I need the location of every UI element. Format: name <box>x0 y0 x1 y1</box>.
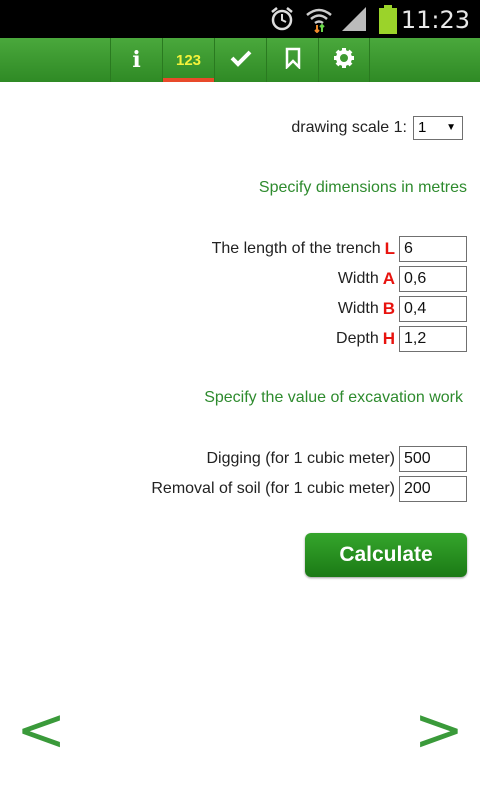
clock: 11:23 <box>400 6 470 34</box>
digging-input[interactable] <box>399 446 467 472</box>
removal-input[interactable] <box>399 476 467 502</box>
costs-heading: Specify the value of excavation work <box>204 389 463 406</box>
digging-label: Digging (for 1 cubic meter) <box>206 450 395 467</box>
letter-h: H <box>382 329 395 348</box>
tab-settings[interactable] <box>318 38 370 82</box>
depth-label: Depth <box>336 330 379 347</box>
removal-label: Removal of soil (for 1 cubic meter) <box>151 480 395 497</box>
width-b-label: Width <box>337 300 379 317</box>
scale-select[interactable]: 1 ▼ <box>413 116 463 140</box>
chevron-down-icon: ▼ <box>446 122 456 133</box>
width-a-input[interactable] <box>399 266 467 292</box>
gear-icon <box>333 47 355 74</box>
signal-icon <box>340 5 368 38</box>
width-b-input[interactable] <box>399 296 467 322</box>
next-arrow-icon[interactable]: > <box>414 700 464 760</box>
tab-info[interactable]: i <box>110 38 162 82</box>
length-input[interactable] <box>399 236 467 262</box>
bookmark-icon <box>284 47 302 74</box>
width-a-label: Width <box>337 270 379 287</box>
depth-input[interactable] <box>399 326 467 352</box>
field-digging: Digging (for 1 cubic meter) <box>206 446 467 472</box>
tab-bookmark[interactable] <box>266 38 318 82</box>
scale-label: drawing scale 1: <box>291 119 407 136</box>
letter-b: B <box>382 299 395 318</box>
status-bar: 11:23 <box>0 0 480 38</box>
calculate-button[interactable]: Calculate <box>305 533 467 577</box>
check-icon <box>230 49 252 72</box>
toolbar: i 123 <box>0 38 480 82</box>
tab-check[interactable] <box>214 38 266 82</box>
alarm-icon <box>268 5 296 38</box>
tab-numbers[interactable]: 123 <box>162 38 214 82</box>
field-width-b: Width B <box>338 296 467 322</box>
field-removal: Removal of soil (for 1 cubic meter) <box>151 476 467 502</box>
prev-arrow-icon[interactable]: < <box>16 700 66 760</box>
length-label: The length of the trench <box>211 240 381 257</box>
numbers-icon: 123 <box>175 51 202 69</box>
field-width-a: Width A <box>338 266 467 292</box>
info-icon: i <box>132 47 141 73</box>
battery-icon <box>378 5 398 40</box>
wifi-icon <box>304 5 334 38</box>
scale-row: drawing scale 1: 1 ▼ <box>291 116 463 140</box>
field-depth: Depth H <box>336 326 467 352</box>
field-length: The length of the trench L <box>212 236 467 262</box>
dimensions-heading: Specify dimensions in metres <box>258 179 467 196</box>
letter-l: L <box>384 239 395 258</box>
scale-value: 1 <box>418 119 427 136</box>
letter-a: A <box>382 269 395 288</box>
